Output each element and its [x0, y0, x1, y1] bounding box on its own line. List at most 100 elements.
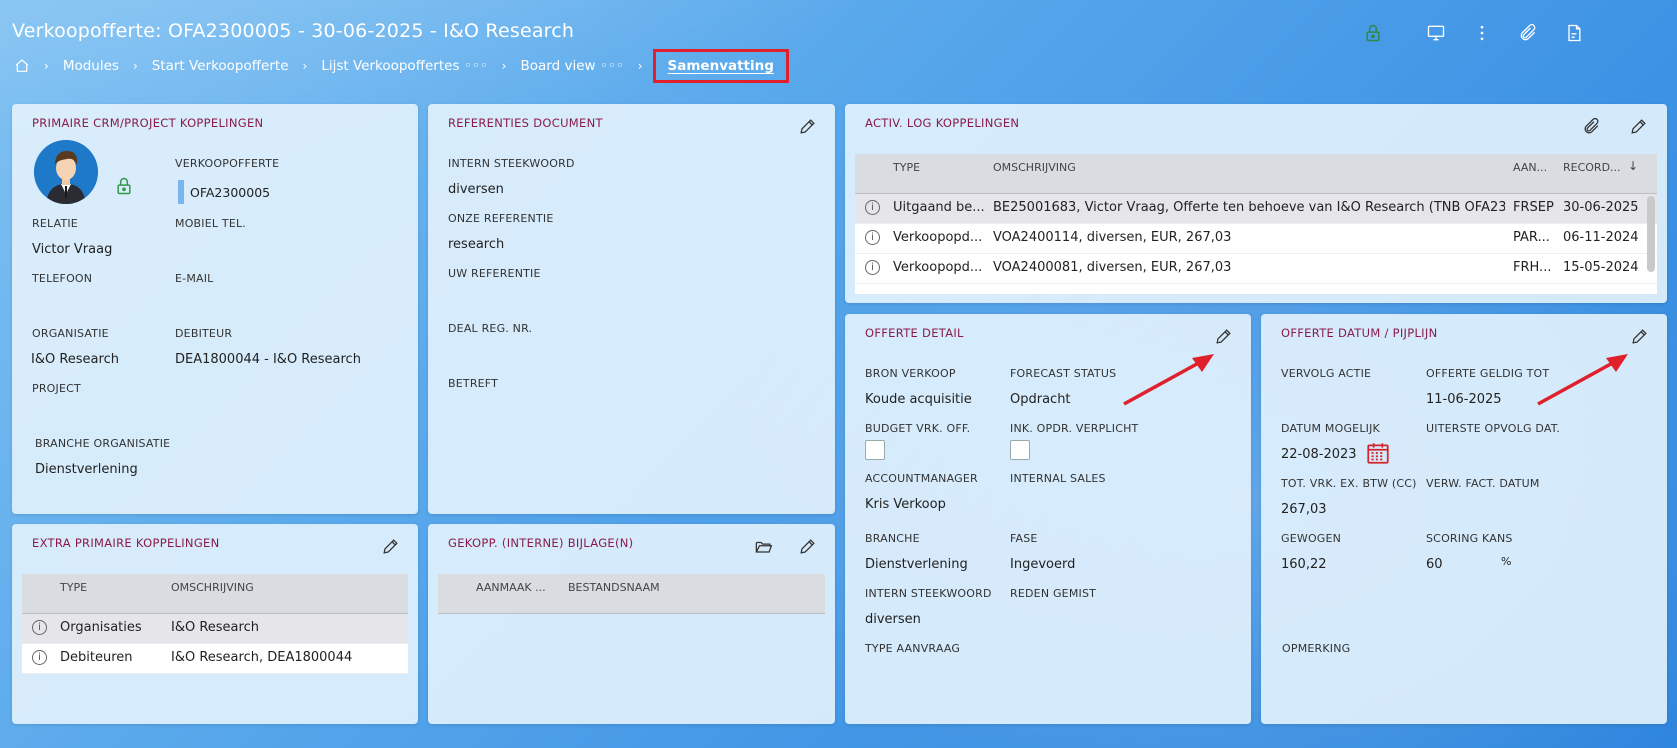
branche-organisatie-value: Dienstverlening — [35, 462, 138, 477]
opmerking-label: OPMERKING — [1282, 642, 1351, 655]
panel-title: OFFERTE DATUM / PIJPLIJN — [1281, 326, 1438, 340]
intern-steekwoord-label: INTERN STEEKWOORD — [448, 157, 575, 170]
chevron-right-icon: › — [501, 59, 507, 73]
home-icon[interactable] — [14, 58, 30, 74]
cell-omschrijving: VOA2400114, diversen, EUR, 267,03 — [993, 230, 1232, 245]
breadcrumb-board-view[interactable]: Board view ◦◦◦ — [520, 58, 623, 74]
lock-icon[interactable] — [114, 176, 134, 200]
relatie-label: RELATIE — [32, 217, 78, 230]
branche-value: Dienstverlening — [865, 557, 968, 572]
internal-sales-label: INTERNAL SALES — [1010, 472, 1106, 485]
edit-pencil-icon[interactable] — [793, 534, 821, 558]
edit-pencil-icon[interactable] — [793, 114, 821, 138]
info-icon[interactable]: i — [32, 650, 47, 665]
cell-omschrijving: I&O Research — [171, 620, 259, 635]
organisatie-value[interactable]: I&O Research — [31, 352, 119, 367]
ink-opdr-verplicht-checkbox[interactable] — [1010, 440, 1030, 460]
info-icon[interactable]: i — [865, 200, 880, 215]
reden-gemist-label: REDEN GEMIST — [1010, 587, 1097, 600]
col-aanmaak[interactable]: AANMAAK ... — [476, 581, 546, 594]
organisatie-label: ORGANISATIE — [32, 327, 109, 340]
calendar-icon[interactable] — [1365, 440, 1391, 470]
debiteur-value[interactable]: DEA1800044 - I&O Research — [175, 352, 361, 367]
col-omschrijving[interactable]: OMSCHRIJVING — [171, 581, 254, 594]
project-label: PROJECT — [32, 382, 81, 395]
breadcrumb-samenvatting[interactable]: Samenvatting — [652, 49, 789, 83]
col-type[interactable]: TYPE — [893, 161, 920, 174]
type-aanvraag-label: TYPE AANVRAAG — [865, 642, 961, 655]
accountmanager-value: Kris Verkoop — [865, 497, 946, 512]
breadcrumb-lijst-verkoopoffertes[interactable]: Lijst Verkoopoffertes ◦◦◦ — [321, 58, 487, 74]
table-row[interactable]: i Uitgaand be... BE25001683, Victor Vraa… — [855, 194, 1657, 224]
col-aan[interactable]: AAN... — [1513, 161, 1547, 174]
table-row[interactable]: i Verkoopopd... VOA2400114, diversen, EU… — [855, 224, 1657, 254]
col-bestandsnaam[interactable]: BESTANDSNAAM — [568, 581, 660, 594]
panel-title: EXTRA PRIMAIRE KOPPELINGEN — [32, 536, 220, 550]
edit-pencil-icon[interactable] — [376, 534, 404, 558]
intern-steekwoord-label: INTERN STEEKWOORD — [865, 587, 992, 600]
panel-title: GEKOPP. (INTERNE) BIJLAGE(N) — [448, 536, 634, 550]
window-title: Verkoopofferte: OFA2300005 - 30-06-2025 … — [12, 20, 575, 42]
chevron-right-icon: › — [132, 59, 138, 73]
cell-omschrijving: BE25001683, Victor Vraag, Offerte ten be… — [993, 200, 1505, 215]
ink-opdr-verplicht-label: INK. OPDR. VERPLICHT — [1010, 422, 1139, 435]
breadcrumb-modules[interactable]: Modules — [63, 58, 119, 74]
table-row[interactable]: i Debiteuren I&O Research, DEA1800044 — [22, 644, 408, 674]
document-switch-icon[interactable] — [1551, 20, 1597, 46]
lock-icon[interactable] — [1353, 20, 1393, 46]
info-icon[interactable]: i — [32, 620, 47, 635]
betreft-label: BETREFT — [448, 377, 499, 390]
cell-type: Verkoopopd... — [893, 230, 983, 245]
intern-steekwoord-value: diversen — [865, 612, 921, 627]
uw-referentie-label: UW REFERENTIE — [448, 267, 541, 280]
forecast-status-label: FORECAST STATUS — [1010, 367, 1117, 380]
avatar[interactable] — [34, 140, 98, 204]
top-toolbar — [1353, 20, 1597, 46]
relatie-value[interactable]: Victor Vraag — [32, 242, 112, 257]
more-vertical-icon[interactable] — [1459, 20, 1505, 46]
verkoopofferte-number: OFA2300005 — [190, 184, 271, 200]
table-row[interactable]: i Organisaties I&O Research — [22, 614, 408, 644]
table-row[interactable]: i Verkoopopd... VOA2400081, diversen, EU… — [855, 254, 1657, 284]
offerte-geldig-tot-label: OFFERTE GELDIG TOT — [1426, 367, 1550, 380]
col-record[interactable]: RECORD... — [1563, 161, 1621, 174]
fase-label: FASE — [1010, 532, 1038, 545]
edit-pencil-icon[interactable] — [1624, 114, 1652, 138]
panel-title: ACTIV. LOG KOPPELINGEN — [865, 116, 1020, 130]
bijlagen-table: AANMAAK ... BESTANDSNAAM — [438, 574, 825, 614]
vertical-scrollbar[interactable] — [1647, 196, 1655, 272]
panel-extra-primaire-koppelingen: EXTRA PRIMAIRE KOPPELINGEN TYPE OMSCHRIJ… — [12, 524, 418, 724]
panel-gekoppelde-bijlagen: GEKOPP. (INTERNE) BIJLAGE(N) AANMAAK ...… — [428, 524, 835, 724]
chevron-right-icon: › — [637, 59, 643, 73]
breadcrumb-start-verkoopofferte[interactable]: Start Verkoopofferte — [152, 58, 289, 74]
verkoopofferte-value[interactable]: OFA2300005 — [178, 180, 270, 204]
cell-type: Uitgaand be... — [893, 200, 985, 215]
datum-mogelijk-label: DATUM MOGELIJK — [1281, 422, 1380, 435]
budget-vrk-off-checkbox[interactable] — [865, 440, 885, 460]
cell-record: 15-05-2024 — [1563, 260, 1639, 275]
edit-pencil-icon[interactable] — [1625, 324, 1653, 348]
cell-record: 06-11-2024 — [1563, 230, 1639, 245]
cell-aan: FRH... — [1513, 260, 1552, 275]
cell-type: Verkoopopd... — [893, 260, 983, 275]
panel-activ-log-koppelingen: ACTIV. LOG KOPPELINGEN TYPE OMSCHRIJVING… — [845, 104, 1667, 303]
uiterste-opvolg-dat-label: UITERSTE OPVOLG DAT. — [1426, 422, 1561, 435]
paperclip-icon[interactable] — [1577, 114, 1605, 138]
chevron-right-icon: › — [302, 59, 308, 73]
budget-vrk-off-label: BUDGET VRK. OFF. — [865, 422, 971, 435]
onze-referentie-label: ONZE REFERENTIE — [448, 212, 554, 225]
sort-down-icon[interactable]: ↓ — [1628, 159, 1638, 173]
edit-pencil-icon[interactable] — [1209, 324, 1237, 348]
chevron-right-icon: › — [44, 59, 49, 73]
panel-crm-koppelingen: PRIMAIRE CRM/PROJECT KOPPELINGEN VERKOOP… — [12, 104, 418, 514]
info-icon[interactable]: i — [865, 230, 880, 245]
folder-open-icon[interactable] — [749, 534, 777, 558]
panel-title: PRIMAIRE CRM/PROJECT KOPPELINGEN — [32, 116, 264, 130]
paperclip-icon[interactable] — [1505, 20, 1551, 46]
col-type[interactable]: TYPE — [60, 581, 87, 594]
col-omschrijving[interactable]: OMSCHRIJVING — [993, 161, 1076, 174]
table-header: AANMAAK ... BESTANDSNAAM — [438, 574, 825, 614]
monitor-icon[interactable] — [1413, 20, 1459, 46]
info-icon[interactable]: i — [865, 260, 880, 275]
activ-log-table: TYPE OMSCHRIJVING AAN... RECORD... ↓ i U… — [855, 154, 1657, 294]
